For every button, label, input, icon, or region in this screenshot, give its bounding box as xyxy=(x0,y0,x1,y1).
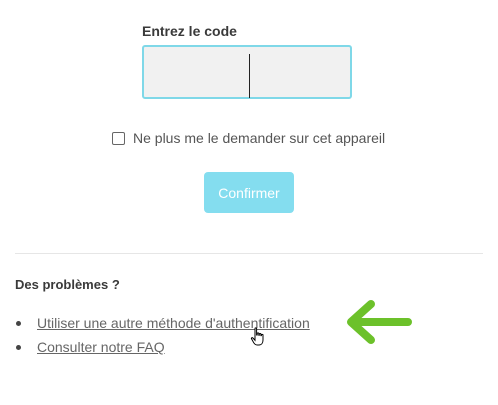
code-label: Entrez le code xyxy=(142,23,237,39)
remember-device-label[interactable]: Ne plus me le demander sur cet appareil xyxy=(133,130,385,146)
hand-pointer-icon xyxy=(250,327,264,346)
remember-device-checkbox[interactable] xyxy=(112,131,125,145)
bullet xyxy=(16,345,21,350)
text-caret xyxy=(249,54,250,98)
bullet xyxy=(16,321,21,326)
code-input[interactable] xyxy=(142,45,352,99)
faq-link[interactable]: Consulter notre FAQ xyxy=(37,339,165,355)
confirm-button[interactable]: Confirmer xyxy=(204,172,294,213)
remember-device-row[interactable]: Ne plus me le demander sur cet appareil xyxy=(112,130,385,146)
alternate-auth-method-link[interactable]: Utiliser une autre méthode d'authentific… xyxy=(37,315,310,331)
two-factor-page: Entrez le code Ne plus me le demander su… xyxy=(0,0,498,405)
divider xyxy=(15,253,483,254)
green-arrow-icon xyxy=(347,300,412,344)
help-title: Des problèmes ? xyxy=(15,277,120,292)
